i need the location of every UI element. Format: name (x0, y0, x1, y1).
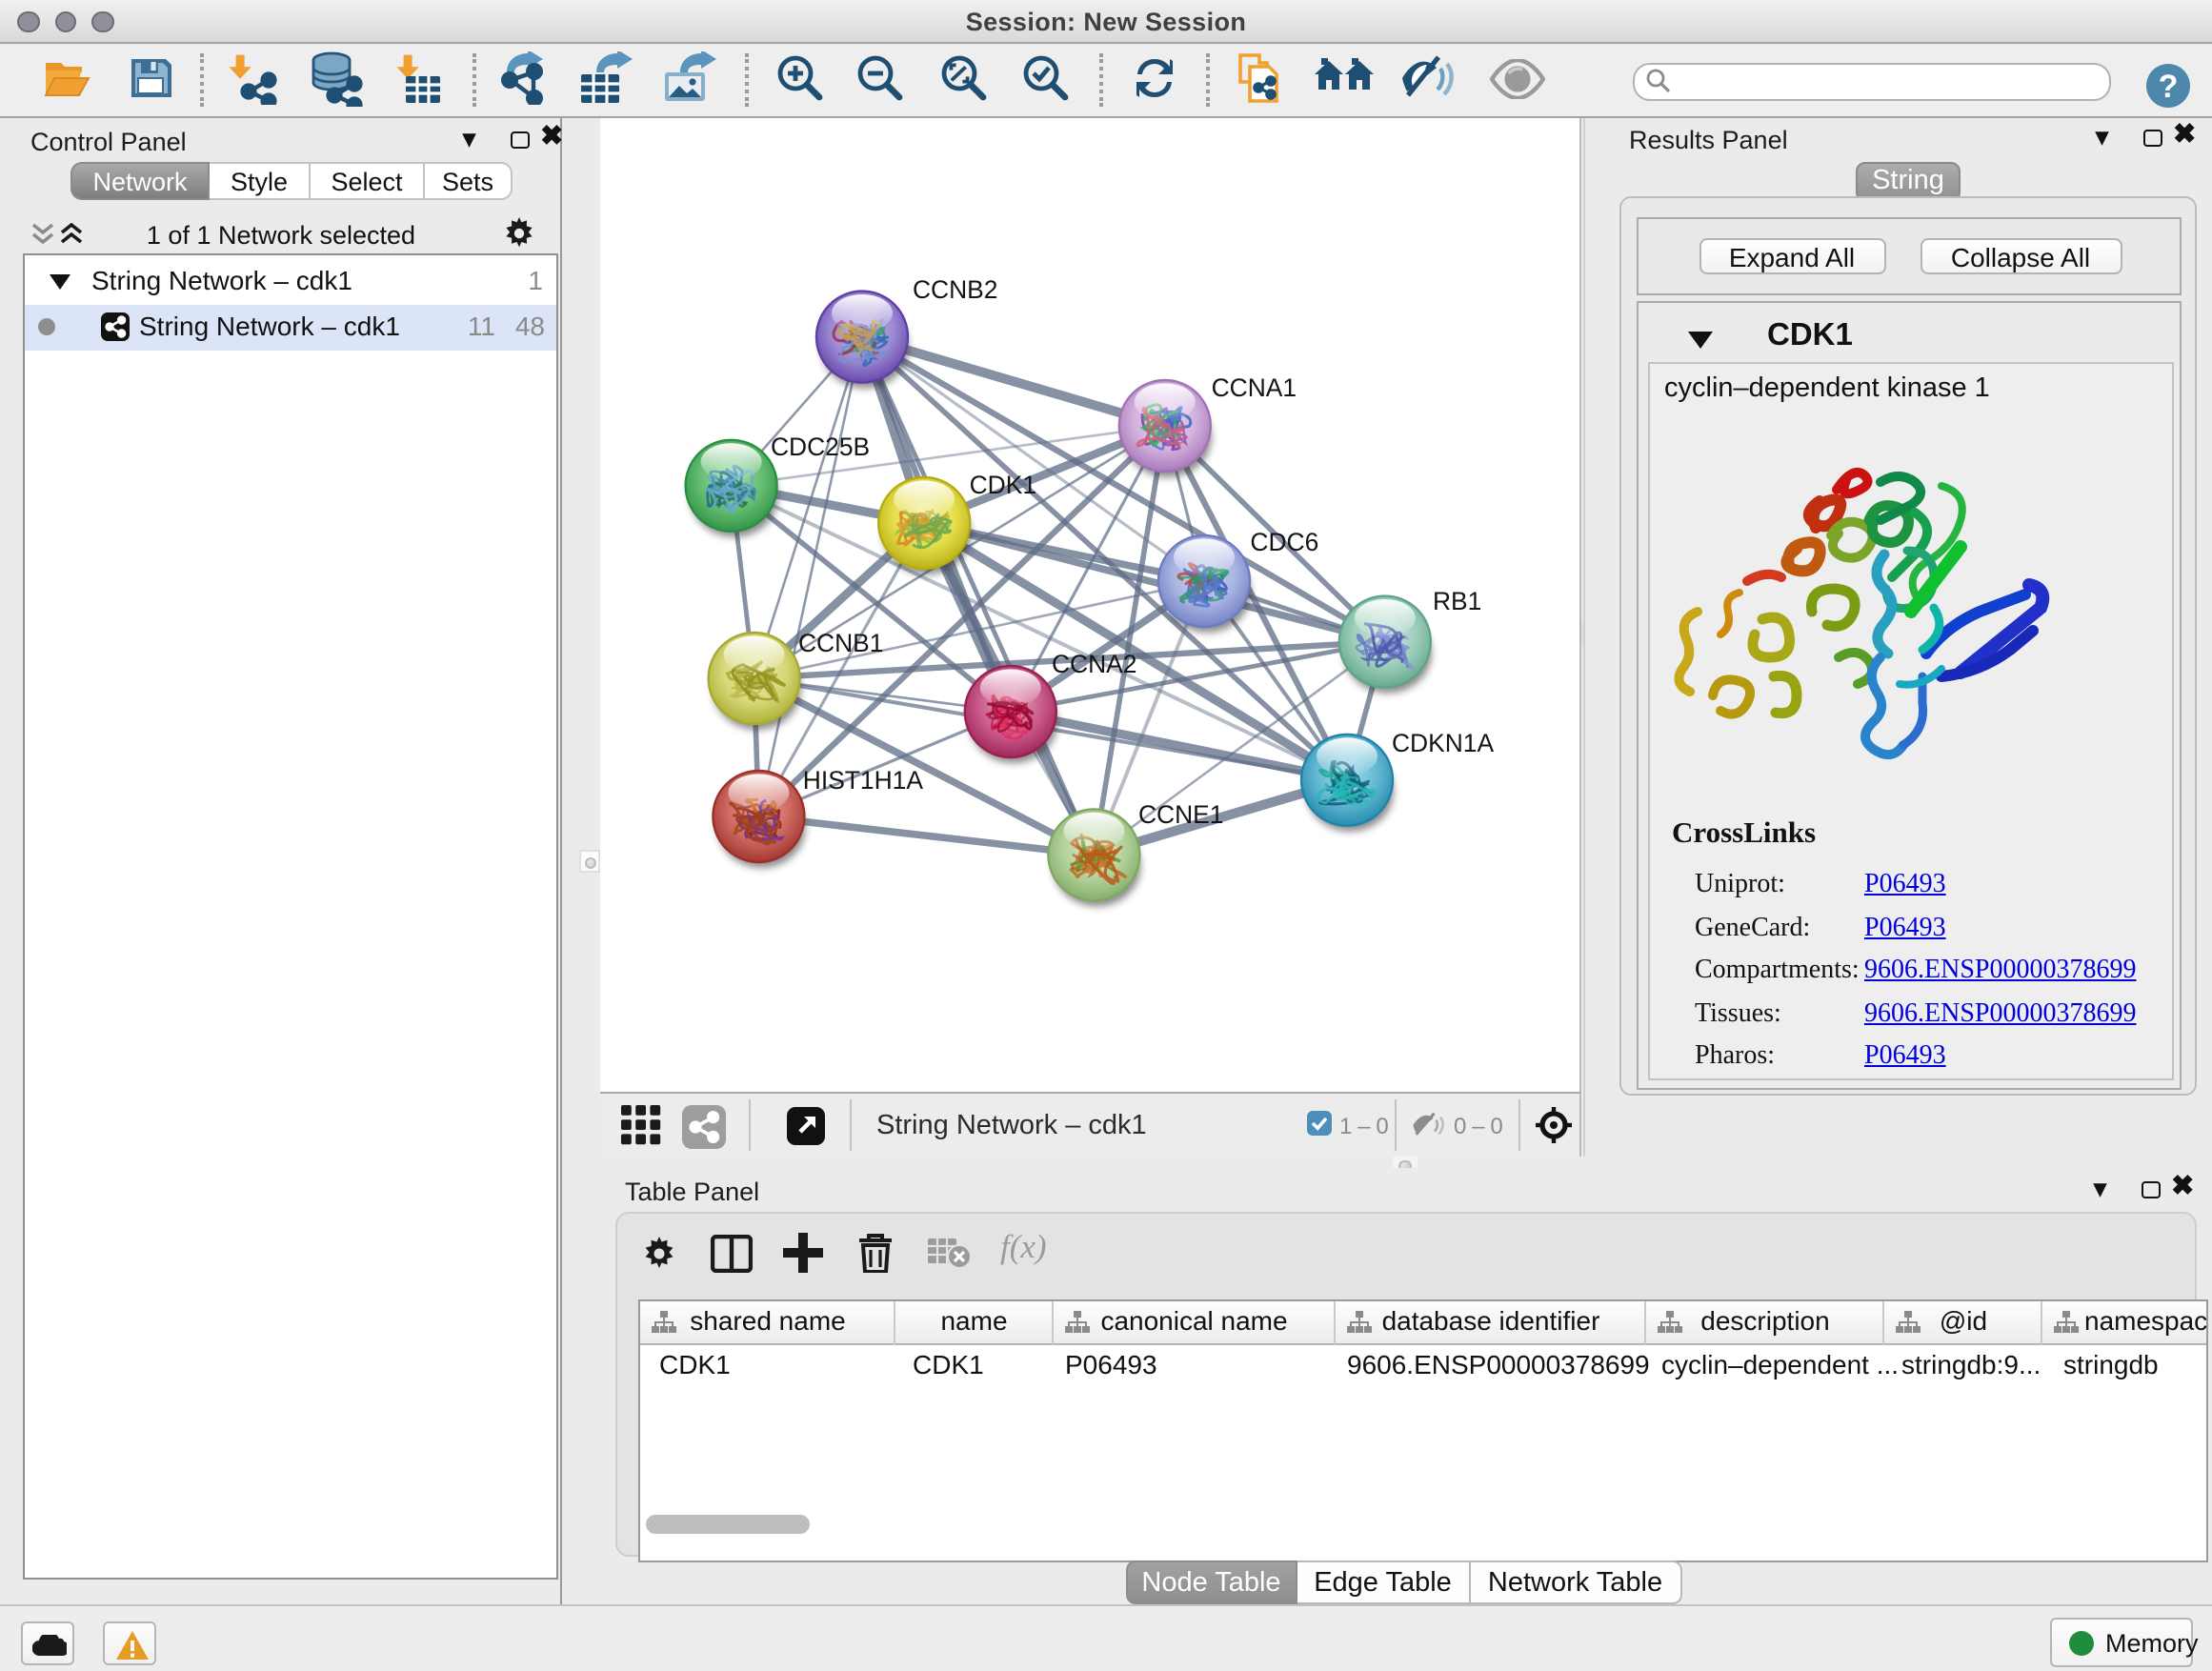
svg-text:CCNA1: CCNA1 (1212, 373, 1297, 402)
svg-text:RB1: RB1 (1433, 587, 1481, 615)
svg-text:CDK1: CDK1 (970, 471, 1036, 499)
svg-text:CDKN1A: CDKN1A (1392, 729, 1494, 757)
svg-text:CCNB1: CCNB1 (798, 629, 883, 657)
svg-text:HIST1H1A: HIST1H1A (803, 766, 924, 795)
svg-text:CCNB2: CCNB2 (913, 275, 997, 304)
svg-text:?: ? (2159, 68, 2179, 104)
svg-text:CCNE1: CCNE1 (1138, 800, 1223, 829)
svg-text:CCNA2: CCNA2 (1052, 650, 1136, 678)
svg-text:CDC6: CDC6 (1250, 528, 1318, 556)
svg-text:CDC25B: CDC25B (771, 433, 870, 461)
